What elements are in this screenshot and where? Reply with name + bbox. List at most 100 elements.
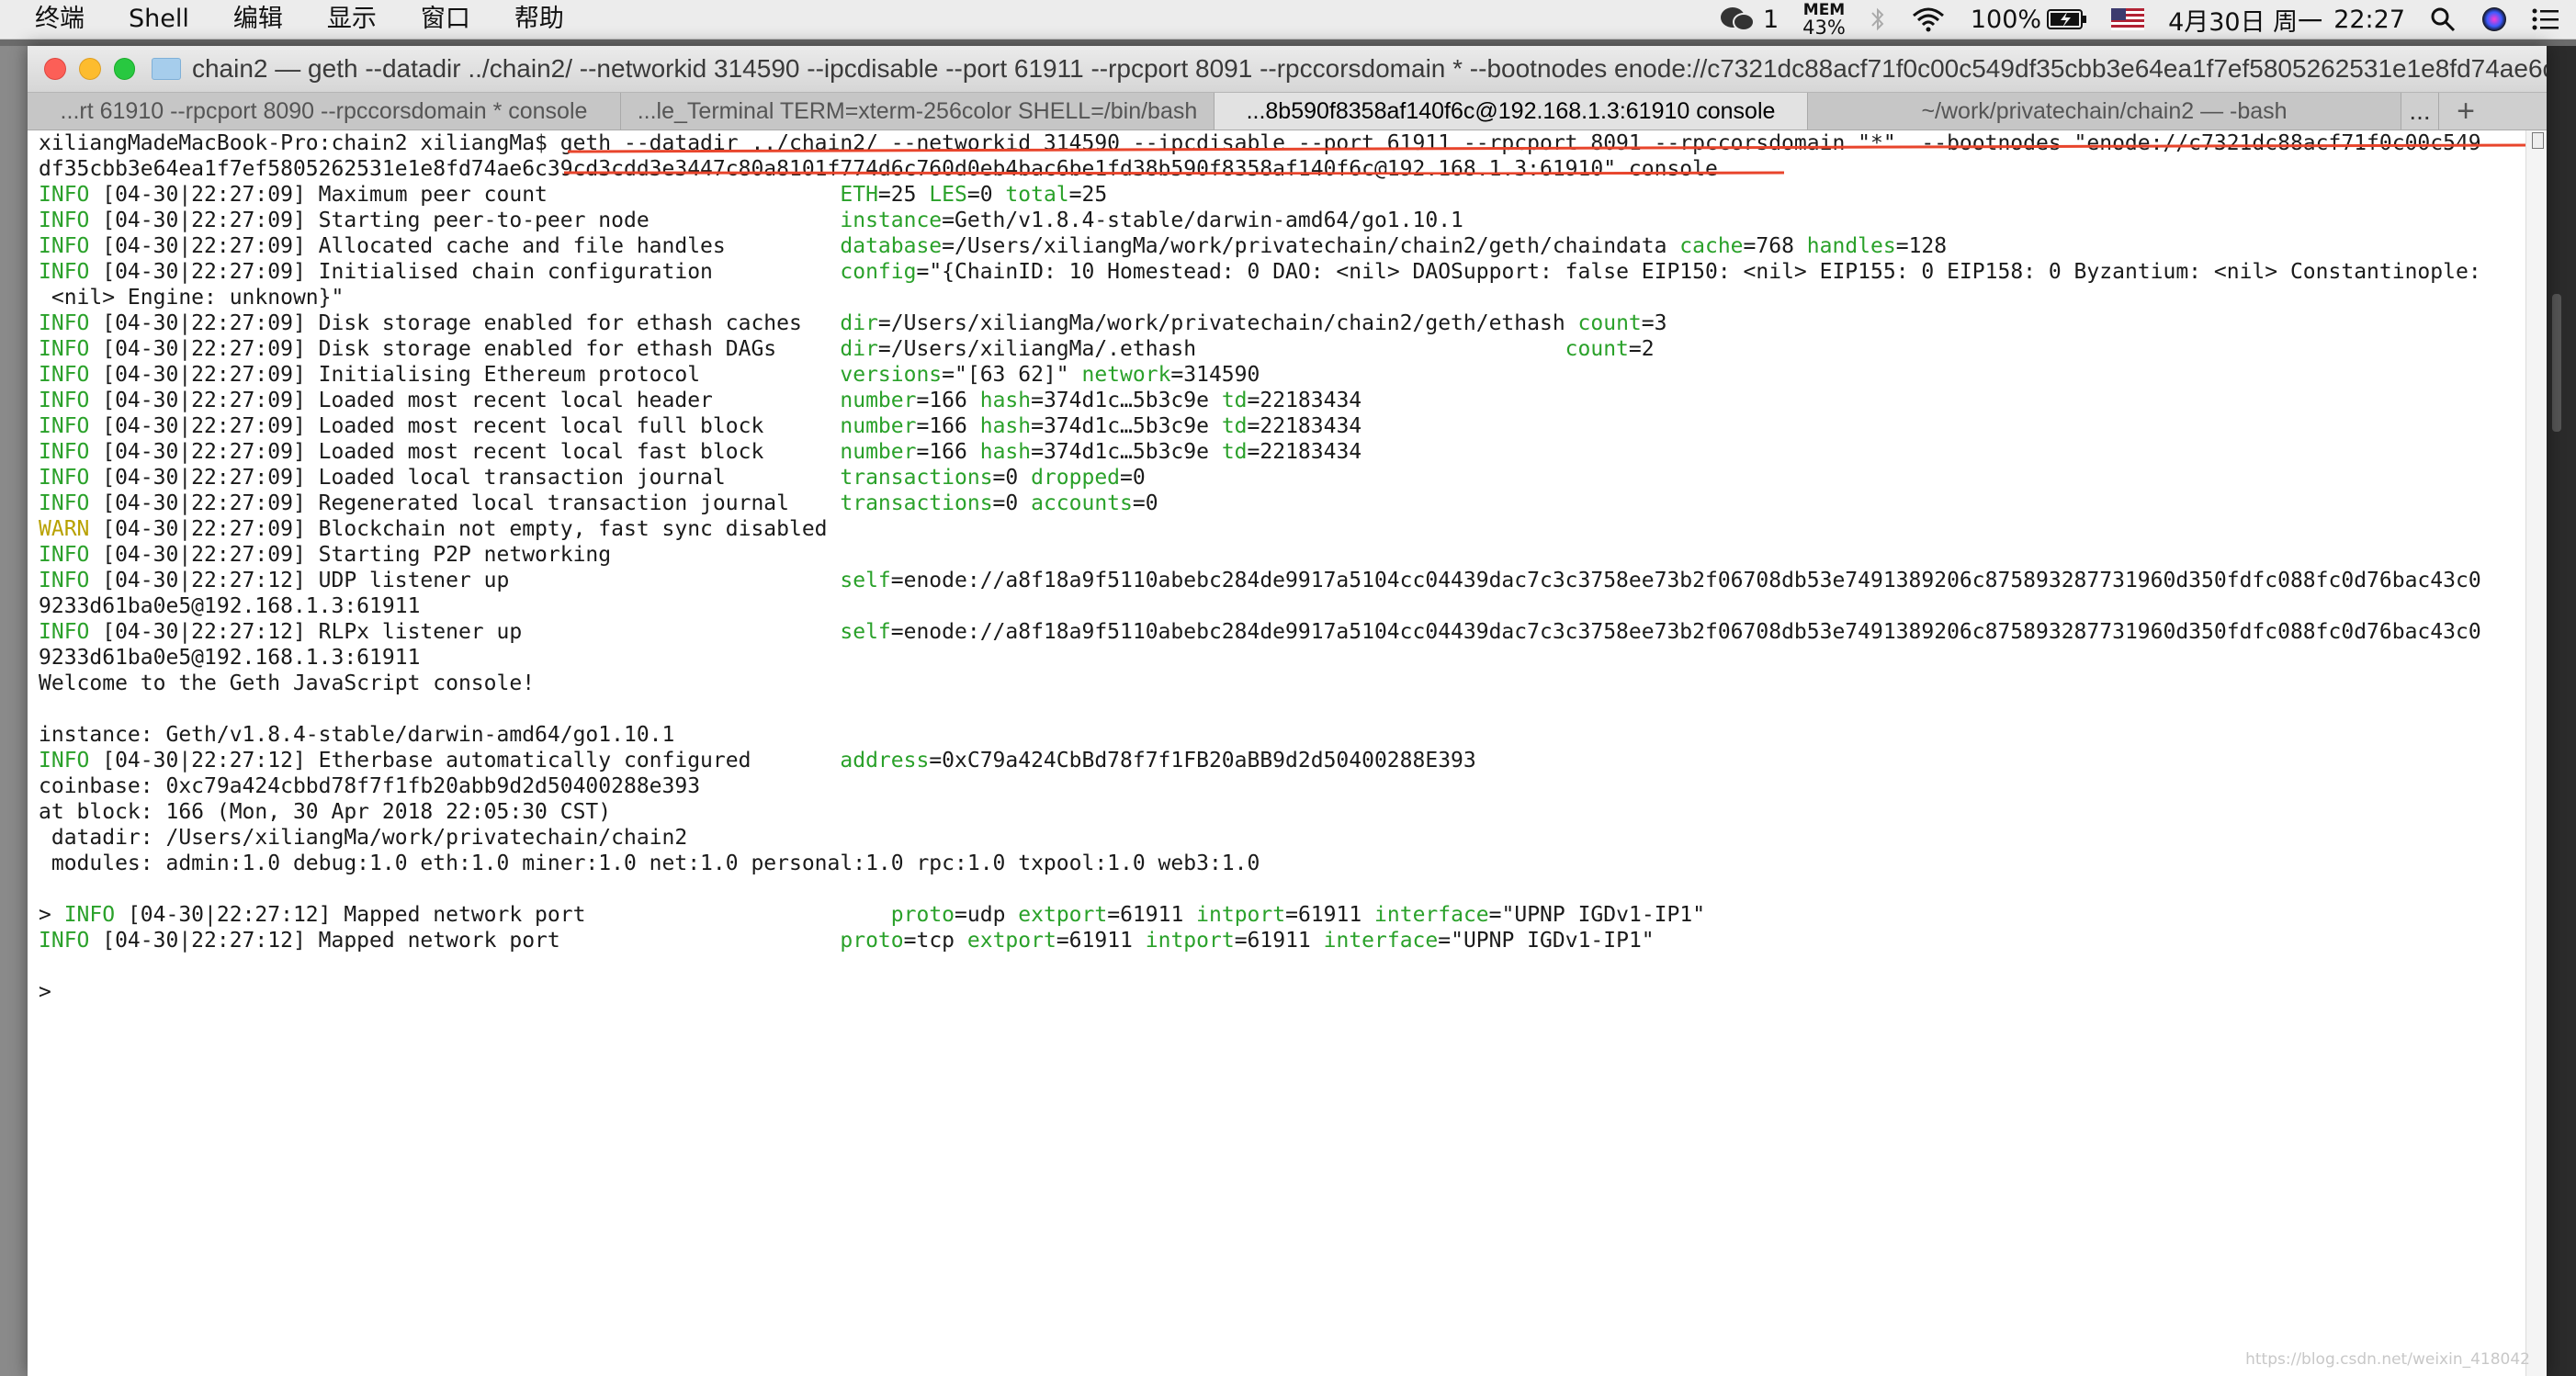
terminal-line: INFO [04-30|22:27:12] RLPx listener up s… — [39, 619, 2519, 645]
log-key: transactions — [840, 466, 993, 490]
log-key: extport — [966, 929, 1056, 953]
log-key: INFO — [39, 260, 90, 284]
log-text: =enode://a8f18a9f5110abebc284de9917a5104… — [890, 569, 2481, 592]
log-text: [04-30|22:27:09] Starting P2P networking — [89, 543, 612, 567]
log-text: [04-30|22:27:09] Blockchain not empty, f… — [89, 517, 828, 541]
memory-indicator[interactable]: MEM 43% — [1802, 2, 1846, 39]
log-text: =25 — [1068, 183, 1108, 207]
tab-1[interactable]: ...rt 61910 --rpcport 8090 --rpccorsdoma… — [28, 93, 621, 130]
log-key: hash — [979, 440, 1032, 464]
clock-date-text: 4月30日 周一 — [2168, 7, 2323, 37]
tab-overflow-button[interactable]: ... — [2401, 93, 2439, 130]
menu-edit[interactable]: 编辑 — [211, 0, 305, 39]
terminal-line: 9233d61ba0e5@192.168.1.3:61911 — [39, 593, 2519, 619]
wechat-count: 1 — [1762, 5, 1779, 34]
log-key: cache — [1679, 234, 1744, 258]
log-text: modules: admin:1.0 debug:1.0 eth:1.0 min… — [39, 852, 1260, 875]
terminal-line: coinbase: 0xc79a424cbbd78f7f1fb20abb9d2d… — [39, 773, 2519, 799]
terminal-line: INFO [04-30|22:27:09] Starting peer-to-p… — [39, 208, 2519, 233]
status-area: 1 MEM 43% 100% 4月30日 周一 22:27 — [1695, 0, 2576, 39]
minimize-button[interactable] — [78, 58, 101, 80]
close-button[interactable] — [44, 58, 66, 80]
notification-center-button[interactable] — [2532, 7, 2559, 31]
menu-shell[interactable]: Shell — [107, 0, 211, 39]
log-key: number — [840, 440, 917, 464]
menu-view[interactable]: 显示 — [305, 0, 399, 39]
log-key: dir — [840, 337, 878, 361]
log-text: at block: 166 (Mon, 30 Apr 2018 22:05:30… — [39, 800, 612, 824]
log-text: [04-30|22:27:09] Loaded most recent loca… — [89, 389, 841, 412]
terminal-line: INFO [04-30|22:27:09] Initialising Ether… — [39, 362, 2519, 388]
terminal-line: > INFO [04-30|22:27:12] Mapped network p… — [39, 902, 2519, 928]
clock-date[interactable]: 4月30日 周一 22:27 — [2168, 2, 2405, 38]
terminal-line: <nil> Engine: unknown}" — [39, 285, 2519, 310]
log-key: intport — [1145, 929, 1235, 953]
log-text: =166 — [916, 389, 980, 412]
log-key: interface — [1374, 903, 1489, 927]
log-text: =166 — [916, 414, 980, 438]
log-text: =3 — [1641, 311, 1667, 335]
log-key: INFO — [39, 414, 90, 438]
log-key: hash — [979, 389, 1032, 412]
log-key: INFO — [39, 234, 90, 258]
menu-help[interactable]: 帮助 — [492, 0, 586, 39]
bluetooth-icon — [1871, 7, 1884, 31]
wechat-status[interactable]: 1 — [1719, 6, 1779, 34]
menu-terminal[interactable]: 终端 — [0, 0, 107, 39]
log-key: proto — [840, 929, 904, 953]
log-key: INFO — [39, 491, 90, 515]
terminal-window: chain2 — geth --datadir ../chain2/ --net… — [28, 46, 2547, 1376]
log-text: > — [39, 980, 64, 1004]
tab-3[interactable]: ...8b590f8358af140f6c@192.168.1.3:61910 … — [1215, 93, 1808, 130]
log-text: =61911 — [1107, 903, 1197, 927]
log-text: =374d1c…5b3c9e — [1031, 389, 1222, 412]
log-text: ="[63 62]" — [942, 363, 1082, 387]
log-text: =314590 — [1170, 363, 1260, 387]
input-source[interactable] — [2111, 8, 2145, 30]
menu-window[interactable]: 窗口 — [399, 0, 492, 39]
terminal-line: INFO [04-30|22:27:09] Disk storage enabl… — [39, 310, 2519, 336]
battery-status[interactable]: 100% — [1971, 6, 2087, 34]
bluetooth-status[interactable] — [1870, 6, 1886, 33]
tab-4[interactable]: ~/work/privatechain/chain2 — -bash — [1808, 93, 2401, 130]
scrollbar-thumb[interactable] — [2532, 132, 2544, 149]
log-key: INFO — [39, 209, 90, 232]
log-text: =/Users/xiliangMa/.ethash — [877, 337, 1565, 361]
log-text: =/Users/xiliangMa/work/privatechain/chai… — [942, 234, 1680, 258]
search-icon — [2431, 7, 2456, 32]
tab-2[interactable]: ...le_Terminal TERM=xterm-256color SHELL… — [621, 93, 1215, 130]
log-text: =0xC79a424CbBd78f7f1FB20aBB9d2d50400288E… — [929, 749, 1476, 773]
siri-button[interactable] — [2480, 6, 2508, 33]
log-text: [04-30|22:27:09] Maximum peer count — [89, 183, 841, 207]
log-key: LES — [929, 183, 967, 207]
log-key: count — [1565, 337, 1629, 361]
log-text: [04-30|22:27:12] Mapped network port — [89, 929, 841, 953]
title-bar[interactable]: chain2 — geth --datadir ../chain2/ --net… — [28, 46, 2547, 93]
log-warn-level: WARN — [39, 517, 90, 541]
log-text: coinbase: 0xc79a424cbbd78f7f1fb20abb9d2d… — [39, 774, 701, 798]
terminal-line: datadir: /Users/xiliangMa/work/privatech… — [39, 825, 2519, 851]
log-key: self — [840, 620, 891, 644]
log-text: =0 — [966, 183, 1006, 207]
log-key: INFO — [39, 466, 90, 490]
log-text: [04-30|22:27:09] Loaded most recent loca… — [89, 414, 841, 438]
spotlight-button[interactable] — [2429, 6, 2457, 33]
log-text: =61911 — [1285, 903, 1375, 927]
new-tab-button[interactable]: + — [2439, 93, 2492, 130]
log-key: td — [1221, 389, 1248, 412]
log-key: INFO — [39, 311, 90, 335]
zoom-button[interactable] — [113, 58, 136, 80]
log-text: datadir: /Users/xiliangMa/work/privatech… — [39, 826, 688, 850]
log-text: =374d1c…5b3c9e — [1031, 414, 1222, 438]
siri-icon — [2482, 7, 2506, 31]
log-key: number — [840, 389, 917, 412]
terminal-scrollbar[interactable] — [2525, 130, 2547, 1376]
terminal-content[interactable]: xiliangMadeMacBook-Pro:chain2 xiliangMa$… — [28, 130, 2547, 1376]
log-text: =128 — [1895, 234, 1948, 258]
terminal-line: WARN [04-30|22:27:09] Blockchain not emp… — [39, 516, 2519, 542]
mem-value: 43% — [1802, 17, 1846, 39]
wifi-status[interactable] — [1910, 6, 1947, 33]
log-key: interface — [1323, 929, 1439, 953]
terminal-line: INFO [04-30|22:27:12] UDP listener up se… — [39, 568, 2519, 593]
